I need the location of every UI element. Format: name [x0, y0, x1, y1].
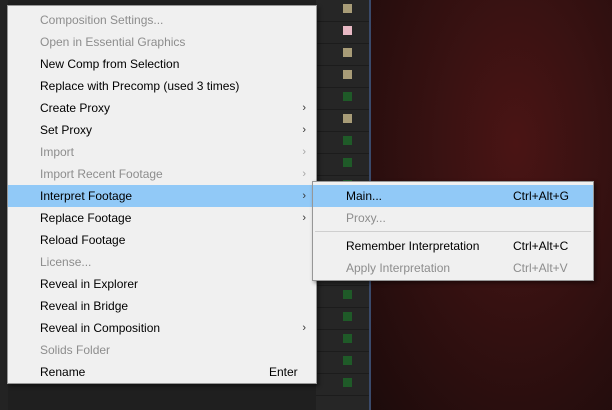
- label-color-swatch[interactable]: [343, 70, 352, 79]
- menu-item-set-proxy[interactable]: Set Proxy ›: [8, 119, 316, 141]
- label-color-swatch[interactable]: [343, 158, 352, 167]
- menu-item-label: Rename: [40, 365, 86, 379]
- menu-item-label: Solids Folder: [40, 343, 111, 357]
- menu-item-reload-footage[interactable]: Reload Footage: [8, 229, 316, 251]
- menu-item-import[interactable]: Import ›: [8, 141, 316, 163]
- menu-item-label: Interpret Footage: [40, 189, 133, 203]
- menu-item-replace-footage[interactable]: Replace Footage ›: [8, 207, 316, 229]
- submenu-item-label: Proxy...: [346, 211, 386, 225]
- menu-item-label: Replace Footage: [40, 211, 132, 225]
- label-color-swatch[interactable]: [343, 290, 352, 299]
- menu-item-label: Reveal in Bridge: [40, 299, 129, 313]
- submenu-item-shortcut: Ctrl+Alt+C: [513, 239, 569, 253]
- submenu-item-proxy[interactable]: Proxy...: [313, 207, 593, 229]
- submenu-item-label: Main...: [346, 189, 383, 203]
- menu-item-label: Create Proxy: [40, 101, 111, 115]
- menu-item-reveal-in-bridge[interactable]: Reveal in Bridge: [8, 295, 316, 317]
- chevron-right-icon: ›: [302, 102, 306, 114]
- menu-item-create-proxy[interactable]: Create Proxy ›: [8, 97, 316, 119]
- label-color-swatch[interactable]: [343, 48, 352, 57]
- menu-item-rename[interactable]: Rename Enter: [8, 361, 316, 383]
- project-context-menu: Composition Settings... Open in Essential…: [7, 5, 317, 384]
- menu-item-label: Import Recent Footage: [40, 167, 163, 181]
- menu-item-label: Set Proxy: [40, 123, 93, 137]
- submenu-item-shortcut: Ctrl+Alt+G: [513, 189, 570, 203]
- submenu-item-shortcut: Ctrl+Alt+V: [513, 261, 568, 275]
- menu-item-label: Import: [40, 145, 75, 159]
- label-color-swatch[interactable]: [343, 136, 352, 145]
- menu-item-new-comp-from-selection[interactable]: New Comp from Selection: [8, 53, 316, 75]
- menu-item-label: Reveal in Explorer: [40, 277, 139, 291]
- submenu-item-main[interactable]: Main... Ctrl+Alt+G: [313, 185, 593, 207]
- submenu-item-apply-interpretation[interactable]: Apply Interpretation Ctrl+Alt+V: [313, 257, 593, 279]
- menu-item-open-in-essential-graphics[interactable]: Open in Essential Graphics: [8, 31, 316, 53]
- menu-item-reveal-in-explorer[interactable]: Reveal in Explorer: [8, 273, 316, 295]
- label-color-swatch[interactable]: [343, 114, 352, 123]
- label-color-swatch[interactable]: [343, 26, 352, 35]
- menu-item-import-recent-footage[interactable]: Import Recent Footage ›: [8, 163, 316, 185]
- menu-item-label: Reveal in Composition: [40, 321, 161, 335]
- submenu-item-remember-interpretation[interactable]: Remember Interpretation Ctrl+Alt+C: [313, 235, 593, 257]
- chevron-right-icon: ›: [302, 212, 306, 224]
- label-color-swatch[interactable]: [343, 334, 352, 343]
- label-color-swatch[interactable]: [343, 4, 352, 13]
- submenu-item-label: Remember Interpretation: [346, 239, 480, 253]
- label-color-swatch[interactable]: [343, 92, 352, 101]
- menu-item-solids-folder[interactable]: Solids Folder: [8, 339, 316, 361]
- menu-item-license[interactable]: License...: [8, 251, 316, 273]
- interpret-footage-submenu: Main... Ctrl+Alt+G Proxy... Remember Interp…: [312, 181, 594, 281]
- menu-item-composition-settings[interactable]: Composition Settings...: [8, 9, 316, 31]
- chevron-right-icon: ›: [302, 146, 306, 158]
- menu-item-label: Replace with Precomp (used 3 times): [40, 79, 240, 93]
- chevron-right-icon: ›: [302, 124, 306, 136]
- menu-item-label: Composition Settings...: [40, 13, 164, 27]
- menu-item-label: Open in Essential Graphics: [40, 35, 186, 49]
- menu-separator: [315, 231, 591, 232]
- menu-item-reveal-in-composition[interactable]: Reveal in Composition ›: [8, 317, 316, 339]
- chevron-right-icon: ›: [302, 322, 306, 334]
- menu-item-label: Reload Footage: [40, 233, 126, 247]
- submenu-item-label: Apply Interpretation: [346, 261, 451, 275]
- chevron-right-icon: ›: [302, 168, 306, 180]
- label-color-swatch[interactable]: [343, 378, 352, 387]
- menu-item-shortcut: Enter: [269, 365, 298, 379]
- label-color-swatch[interactable]: [343, 312, 352, 321]
- menu-item-label: New Comp from Selection: [40, 57, 180, 71]
- label-color-swatch[interactable]: [343, 356, 352, 365]
- menu-item-interpret-footage[interactable]: Interpret Footage ›: [8, 185, 316, 207]
- menu-item-label: License...: [40, 255, 92, 269]
- chevron-right-icon: ›: [302, 190, 306, 202]
- menu-item-replace-with-precomp-used-3-times[interactable]: Replace with Precomp (used 3 times): [8, 75, 316, 97]
